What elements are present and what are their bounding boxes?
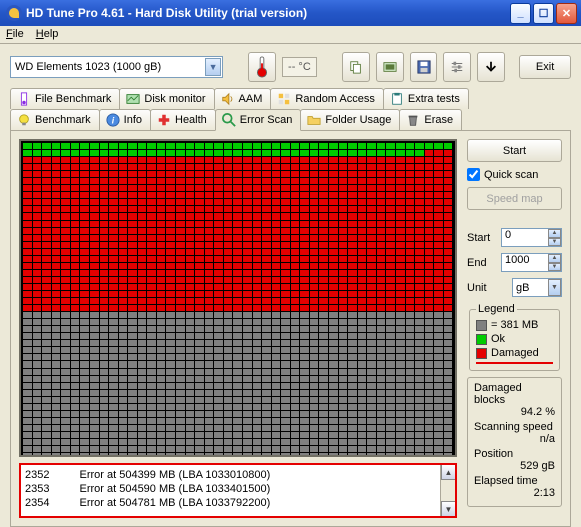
random-access-icon (277, 92, 291, 106)
unit-select[interactable]: gB ▼ (512, 278, 562, 297)
disk-monitor-icon (126, 92, 140, 106)
tab-disk-monitor[interactable]: Disk monitor (119, 88, 214, 109)
minimize-button[interactable]: _ (510, 3, 531, 24)
folder-icon (307, 113, 321, 127)
legend-box: Legend = 381 MB Ok Damaged (469, 303, 560, 371)
menu-help[interactable]: Help (36, 28, 59, 41)
arrow-down-icon (484, 60, 498, 74)
main-panel: 2352Error at 504399 MB (LBA 1033010800)2… (10, 130, 571, 527)
error-log: 2352Error at 504399 MB (LBA 1033010800)2… (19, 463, 457, 518)
save-button[interactable] (410, 52, 438, 82)
clipboard-icon (390, 92, 404, 106)
scan-grid (19, 139, 457, 457)
log-scrollbar[interactable]: ▲ ▼ (440, 464, 456, 517)
tab-folder-usage[interactable]: Folder Usage (300, 109, 400, 130)
copy-button[interactable] (342, 52, 370, 82)
tabs: File Benchmark Disk monitor AAM Random A… (0, 88, 581, 130)
drive-select[interactable]: WD Elements 1023 (1000 gB) ▼ (10, 56, 223, 78)
tab-extra-tests[interactable]: Extra tests (383, 88, 469, 109)
exit-button-label: Exit (536, 61, 554, 73)
spin-up-icon[interactable]: ▲ (548, 254, 561, 263)
tab-erase[interactable]: Erase (399, 109, 462, 130)
trash-icon (406, 113, 420, 127)
maximize-button[interactable]: ☐ (533, 3, 554, 24)
menu-file[interactable]: File (6, 28, 24, 41)
scroll-up-icon[interactable]: ▲ (441, 464, 456, 480)
tab-benchmark[interactable]: Benchmark (10, 109, 100, 130)
drive-select-value: WD Elements 1023 (1000 gB) (15, 61, 161, 73)
speaker-icon (221, 92, 235, 106)
tab-aam[interactable]: AAM (214, 88, 272, 109)
tab-file-benchmark[interactable]: File Benchmark (10, 88, 120, 109)
tab-error-scan[interactable]: Error Scan (215, 109, 302, 131)
log-row: 2354Error at 504781 MB (LBA 1033792200) (25, 496, 451, 510)
screenshot-button[interactable] (376, 52, 404, 82)
end-input[interactable]: 1000 ▲▼ (501, 253, 562, 272)
menu-bar: File Help (0, 26, 581, 44)
options-button[interactable] (443, 52, 471, 82)
log-row: 2352Error at 504399 MB (LBA 1033010800) (25, 468, 451, 482)
spin-up-icon[interactable]: ▲ (548, 229, 561, 238)
temperature-button[interactable] (248, 52, 276, 82)
title-bar: HD Tune Pro 4.61 - Hard Disk Utility (tr… (0, 0, 581, 26)
log-row: 2353Error at 504590 MB (LBA 1033401500) (25, 482, 451, 496)
spin-down-icon[interactable]: ▼ (548, 238, 561, 247)
app-icon (6, 5, 22, 21)
bulb-icon (17, 113, 31, 127)
toolbar: WD Elements 1023 (1000 gB) ▼ -- °C Exit (0, 44, 581, 88)
spin-down-icon[interactable]: ▼ (548, 263, 561, 272)
stats-box: Damaged blocks94.2 % Scanning speedn/a P… (467, 377, 562, 507)
end-label: End (467, 257, 497, 269)
health-icon (157, 113, 171, 127)
scroll-down-icon[interactable]: ▼ (441, 501, 456, 517)
magnifier-icon (222, 113, 236, 127)
tab-info[interactable]: i Info (99, 109, 151, 130)
start-label: Start (467, 232, 497, 244)
quickscan-label: Quick scan (484, 169, 538, 181)
start-input[interactable]: 0 ▲▼ (501, 228, 562, 247)
tab-health[interactable]: Health (150, 109, 216, 130)
legend-swatch-red (476, 348, 487, 359)
temperature-display: -- °C (282, 57, 317, 77)
legend-swatch-gray (476, 320, 487, 331)
quickscan-checkbox[interactable] (467, 168, 480, 181)
unit-label: Unit (467, 282, 497, 294)
speedmap-button: Speed map (467, 187, 562, 210)
file-benchmark-icon (17, 92, 31, 106)
sliders-icon (450, 60, 464, 74)
legend-swatch-green (476, 334, 487, 345)
dropdown-arrow-icon: ▼ (205, 58, 221, 76)
dropdown-arrow-icon: ▼ (548, 279, 561, 296)
info-icon: i (106, 113, 120, 127)
close-button[interactable]: ✕ (556, 3, 577, 24)
floppy-icon (417, 60, 431, 74)
window-title: HD Tune Pro 4.61 - Hard Disk Utility (tr… (26, 6, 510, 20)
download-button[interactable] (477, 52, 505, 82)
start-button[interactable]: Start (467, 139, 562, 162)
legend-underline (476, 362, 553, 364)
exit-button[interactable]: Exit (519, 55, 571, 79)
tab-random-access[interactable]: Random Access (270, 88, 383, 109)
